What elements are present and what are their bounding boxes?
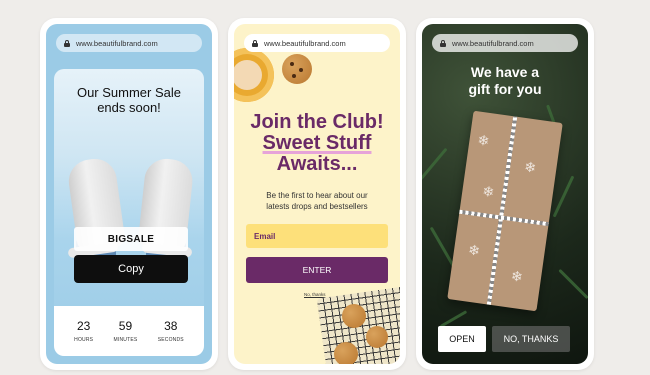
sale-popup: Our Summer Sale ends soon! BIGSALE Copy …: [54, 69, 204, 356]
timer-seconds: 38 SECONDS: [157, 319, 184, 343]
no-thanks-button[interactable]: NO, THANKS: [492, 326, 570, 352]
countdown-timer: 23 HOURS 59 MINUTES 38 SECONDS: [54, 306, 204, 356]
copy-button[interactable]: Copy: [74, 255, 188, 283]
lock-icon: [64, 39, 70, 47]
cookie-image: [342, 304, 366, 328]
url-text: www.beautifulbrand.com: [264, 38, 346, 48]
enter-button[interactable]: ENTER: [246, 257, 388, 283]
timer-hours: 23 HOURS: [74, 319, 94, 343]
popup-title: Our Summer Sale ends soon!: [76, 85, 182, 115]
coffee-cup-image: [234, 48, 274, 102]
screen: www.beautifulbrand.com Join the Club! Sw…: [234, 24, 400, 364]
popup-title: Join the Club! Sweet Stuff Awaits...: [250, 111, 384, 175]
address-bar[interactable]: www.beautifulbrand.com: [432, 34, 578, 52]
popup-subtitle: Be the first to hear about our latests d…: [266, 191, 368, 211]
phone-mockup-summer-sale: www.beautifulbrand.com Our Summer Sale e…: [40, 18, 218, 370]
url-text: www.beautifulbrand.com: [76, 38, 158, 48]
popup-title: We have a gift for you: [468, 64, 542, 97]
cookie-image: [366, 326, 388, 348]
url-text: www.beautifulbrand.com: [452, 38, 534, 48]
screen: www.beautifulbrand.com We have a gift fo…: [422, 24, 588, 364]
address-bar[interactable]: www.beautifulbrand.com: [244, 34, 390, 52]
cookie-image: [334, 342, 358, 364]
email-input[interactable]: Email: [246, 224, 388, 248]
screen: www.beautifulbrand.com Our Summer Sale e…: [46, 24, 212, 364]
address-bar[interactable]: www.beautifulbrand.com: [56, 34, 202, 52]
lock-icon: [252, 39, 258, 47]
gift-box-image: ❄ ❄ ❄ ❄ ❄: [447, 110, 563, 312]
cookie-image: [282, 54, 312, 84]
coupon-code: BIGSALE: [74, 227, 188, 251]
no-thanks-link[interactable]: No, thanks: [304, 292, 326, 297]
timer-minutes: 59 MINUTES: [113, 319, 138, 343]
phone-mockup-join-club: www.beautifulbrand.com Join the Club! Sw…: [228, 18, 406, 370]
phone-mockup-gift: www.beautifulbrand.com We have a gift fo…: [416, 18, 594, 370]
lock-icon: [440, 39, 446, 47]
open-button[interactable]: OPEN: [438, 326, 486, 352]
